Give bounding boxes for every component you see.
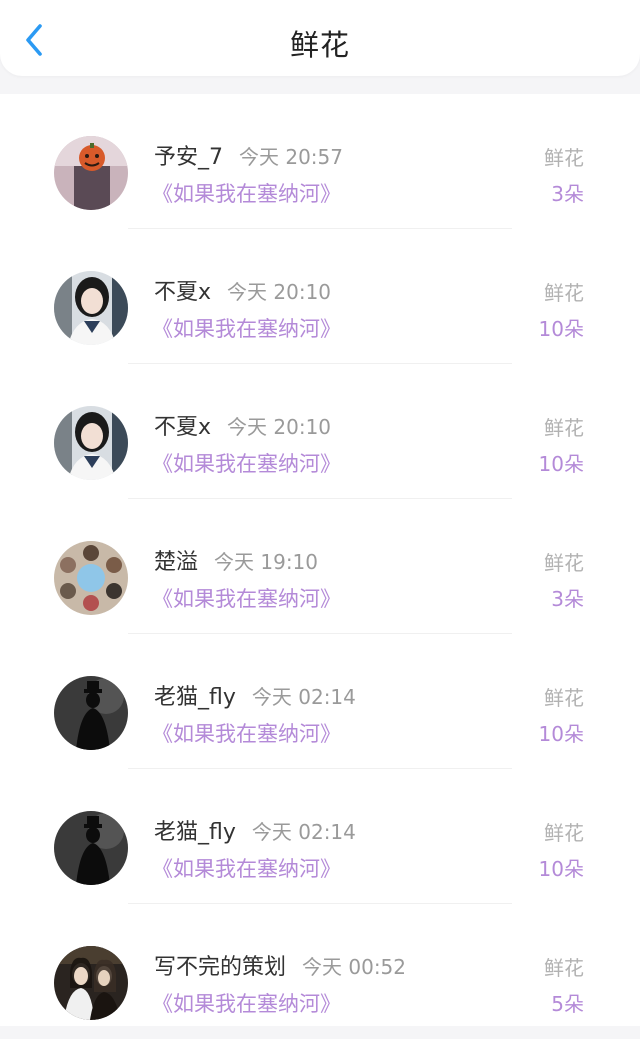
list-item[interactable]: 予安_7 今天 20:57 《如果我在塞纳河》 鲜花 3朵 <box>0 94 640 229</box>
avatar-image-pumpkin <box>54 136 128 210</box>
avatar-image-collage <box>54 541 128 615</box>
timestamp: 今天 20:57 <box>239 145 343 169</box>
gift-type-label: 鲜花 <box>544 281 584 305</box>
list-item[interactable]: 不夏x 今天 20:10 《如果我在塞纳河》 鲜花 10朵 <box>0 364 640 499</box>
avatar[interactable] <box>54 136 128 210</box>
avatar[interactable] <box>54 406 128 480</box>
avatar-image-girl <box>54 406 128 480</box>
book-title-link[interactable]: 《如果我在塞纳河》 <box>152 583 341 613</box>
gift-count: 10朵 <box>538 452 584 476</box>
avatar-image-duo <box>54 946 128 1020</box>
avatar[interactable] <box>54 676 128 750</box>
user-name: 写不完的策划 今天 00:52 <box>154 955 407 980</box>
gift-count: 5朵 <box>551 992 584 1016</box>
list-item[interactable]: 老猫_fly 今天 02:14 《如果我在塞纳河》 鲜花 10朵 <box>0 769 640 904</box>
list-item[interactable]: 不夏x 今天 20:10 《如果我在塞纳河》 鲜花 10朵 <box>0 229 640 364</box>
list-item[interactable]: 楚溢 今天 19:10 《如果我在塞纳河》 鲜花 3朵 <box>0 499 640 634</box>
gift-count: 3朵 <box>551 587 584 611</box>
gift-type-label: 鲜花 <box>544 551 584 575</box>
gift-count: 10朵 <box>538 722 584 746</box>
user-name: 老猫_fly 今天 02:14 <box>154 820 356 845</box>
book-title-link[interactable]: 《如果我在塞纳河》 <box>152 853 341 883</box>
book-title-link[interactable]: 《如果我在塞纳河》 <box>152 178 341 208</box>
book-title-link[interactable]: 《如果我在塞纳河》 <box>152 448 341 478</box>
avatar-image-girl <box>54 271 128 345</box>
timestamp: 今天 00:52 <box>302 955 407 979</box>
timestamp: 今天 19:10 <box>214 550 319 574</box>
avatar[interactable] <box>54 541 128 615</box>
user-name: 不夏x 今天 20:10 <box>154 415 332 440</box>
gift-count: 3朵 <box>551 182 584 206</box>
user-name: 楚溢 今天 19:10 <box>154 550 319 575</box>
timestamp: 今天 20:10 <box>227 280 332 304</box>
timestamp: 今天 02:14 <box>251 820 356 844</box>
avatar[interactable] <box>54 271 128 345</box>
book-title-link[interactable]: 《如果我在塞纳河》 <box>152 718 341 748</box>
user-name: 老猫_fly 今天 02:14 <box>154 685 356 710</box>
top-bar: 鲜花 <box>0 0 640 76</box>
avatar-image-silhouette <box>54 811 128 885</box>
flower-list: 予安_7 今天 20:57 《如果我在塞纳河》 鲜花 3朵 不夏x 今天 20:10… <box>0 94 640 1026</box>
gift-type-label: 鲜花 <box>544 686 584 710</box>
avatar-image-silhouette <box>54 676 128 750</box>
list-item[interactable]: 写不完的策划 今天 00:52 《如果我在塞纳河》 鲜花 5朵 <box>0 904 640 1039</box>
gift-count: 10朵 <box>538 317 584 341</box>
gift-type-label: 鲜花 <box>544 821 584 845</box>
book-title-link[interactable]: 《如果我在塞纳河》 <box>152 988 341 1018</box>
avatar[interactable] <box>54 946 128 1020</box>
gift-count: 10朵 <box>538 857 584 881</box>
timestamp: 今天 02:14 <box>251 685 356 709</box>
user-name: 予安_7 今天 20:57 <box>154 145 343 170</box>
page-title: 鲜花 <box>289 28 350 62</box>
avatar[interactable] <box>54 811 128 885</box>
timestamp: 今天 20:10 <box>227 415 332 439</box>
gift-type-label: 鲜花 <box>544 146 584 170</box>
gift-type-label: 鲜花 <box>544 956 584 980</box>
gift-type-label: 鲜花 <box>544 416 584 440</box>
list-item[interactable]: 老猫_fly 今天 02:14 《如果我在塞纳河》 鲜花 10朵 <box>0 634 640 769</box>
book-title-link[interactable]: 《如果我在塞纳河》 <box>152 313 341 343</box>
user-name: 不夏x 今天 20:10 <box>154 280 332 305</box>
